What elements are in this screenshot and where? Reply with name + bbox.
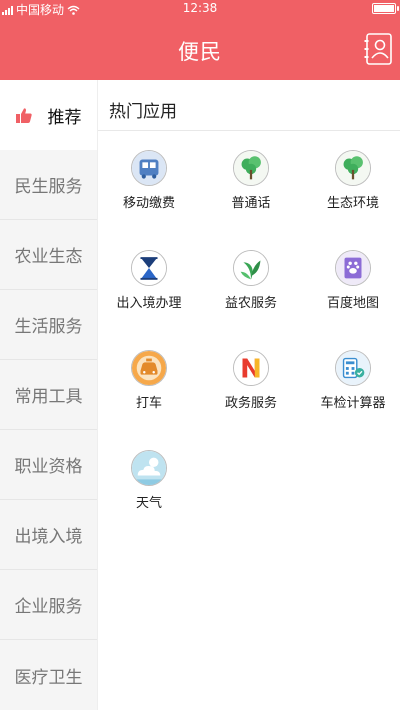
app-label: 生态环境 — [326, 196, 379, 211]
clock: 12:38 — [182, 1, 218, 15]
sidebar-item-label: 职业资格 — [14, 457, 83, 477]
sidebar-item-label: 企业服务 — [14, 597, 83, 617]
app-label: 政务服务 — [224, 396, 277, 411]
sidebar-item-life-services[interactable]: 生活服务 — [0, 290, 97, 360]
calculator-icon — [335, 350, 371, 386]
app-gov-services[interactable]: 政务服务 — [201, 350, 301, 411]
sidebar-item-immigration[interactable]: 出境入境 — [0, 500, 97, 570]
sidebar-item-label: 农业生态 — [14, 247, 83, 267]
taxi-icon — [131, 350, 167, 386]
contact-card-button[interactable] — [364, 31, 394, 67]
app-mandarin[interactable]: 普通话 — [201, 150, 301, 211]
app-taxi[interactable]: 打车 — [99, 350, 199, 411]
battery-icon — [372, 3, 399, 14]
app-label: 打车 — [135, 396, 162, 411]
app-mobile-payment[interactable]: 移动缴费 — [99, 150, 199, 211]
sidebar-item-label: 医疗卫生 — [14, 667, 83, 688]
category-sidebar: 推荐 民生服务 农业生态 生活服务 常用工具 职业资格 出境入境 企业服务 医疗… — [0, 80, 97, 710]
bus-icon — [131, 150, 167, 186]
divider — [98, 130, 400, 131]
contact-card-icon — [364, 33, 392, 65]
app-label: 出入境办理 — [116, 296, 182, 311]
app-agri-services[interactable]: 益农服务 — [201, 250, 301, 311]
sidebar-item-agriculture[interactable]: 农业生态 — [0, 220, 97, 290]
page-title: 便民 — [178, 40, 222, 64]
sidebar-item-medical[interactable]: 医疗卫生 — [0, 640, 97, 710]
app-label: 百度地图 — [326, 296, 379, 311]
sidebar-item-label: 出境入境 — [14, 527, 83, 547]
header-bar: 便民 — [0, 17, 400, 80]
weather-icon — [131, 450, 167, 486]
sidebar-item-livelihood[interactable]: 民生服务 — [0, 150, 97, 220]
app-label: 益农服务 — [224, 296, 277, 311]
thumbs-up-icon — [15, 107, 32, 123]
app-vehicle-calculator[interactable]: 车检计算器 — [303, 350, 400, 411]
sidebar-item-label: 推荐 — [47, 107, 82, 128]
sidebar-item-enterprise[interactable]: 企业服务 — [0, 570, 97, 640]
sidebar-item-recommend[interactable]: 推荐 — [0, 80, 97, 150]
app-label: 移动缴费 — [122, 196, 175, 211]
sidebar-item-label: 常用工具 — [14, 387, 83, 407]
app-grid-panel: 热门应用 移动缴费 普通话 生态环境 出入境办理 益农服务 百度地图 打车 政务… — [97, 80, 400, 710]
app-baidu-map[interactable]: 百度地图 — [303, 250, 400, 311]
gov-icon — [233, 350, 269, 386]
map-icon — [335, 250, 371, 286]
sidebar-item-tools[interactable]: 常用工具 — [0, 360, 97, 430]
sidebar-item-label: 生活服务 — [14, 317, 83, 337]
leaf-icon — [233, 250, 269, 286]
app-ecology[interactable]: 生态环境 — [303, 150, 400, 211]
tree-icon — [233, 150, 269, 186]
app-label: 车检计算器 — [320, 396, 386, 411]
app-weather[interactable]: 天气 — [99, 450, 199, 511]
app-label: 天气 — [135, 496, 162, 511]
section-title: 热门应用 — [109, 102, 177, 122]
tree-icon — [335, 150, 371, 186]
status-bar: 中国移动 12:38 — [0, 0, 400, 17]
sidebar-item-qualifications[interactable]: 职业资格 — [0, 430, 97, 500]
app-label: 普通话 — [231, 196, 271, 211]
sidebar-item-label: 民生服务 — [14, 177, 83, 197]
app-exit-entry[interactable]: 出入境办理 — [99, 250, 199, 311]
hourglass-icon — [131, 250, 167, 286]
